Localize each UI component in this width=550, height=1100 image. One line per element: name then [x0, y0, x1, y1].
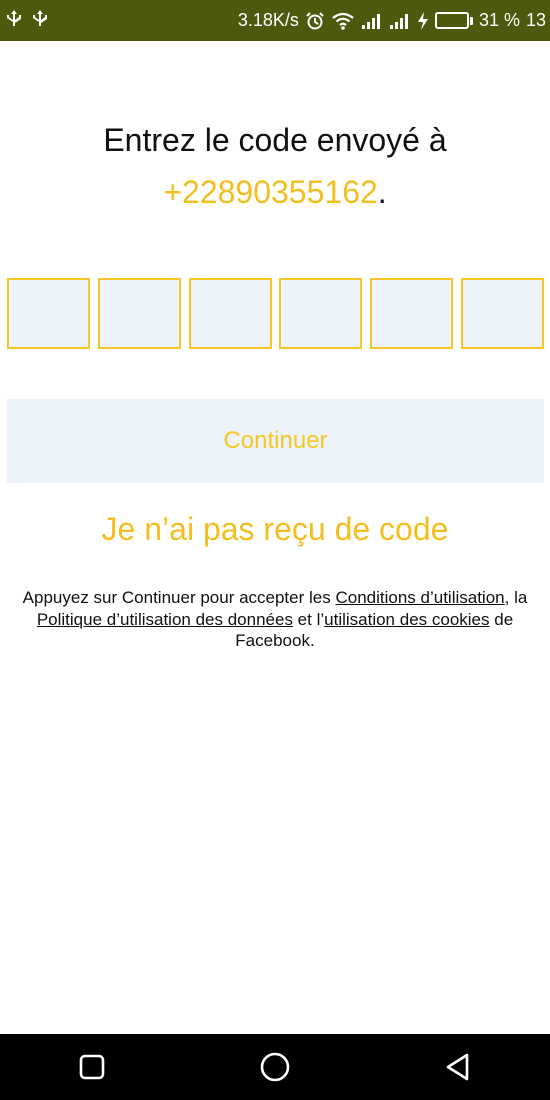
- code-digit-3[interactable]: [188, 278, 272, 349]
- net-speed: 3.18K/s: [237, 10, 299, 30]
- signal-icon-1: [361, 12, 383, 30]
- battery-icon: [434, 12, 473, 29]
- terms-connector-1: , la: [504, 588, 528, 607]
- code-input-group: [7, 278, 544, 350]
- battery-percent: 31 %: [478, 10, 520, 30]
- page-title: Entrez le code envoyé à +22890355162.: [0, 114, 550, 218]
- status-left-icons: [4, 8, 50, 34]
- title-period: .: [377, 174, 387, 210]
- title-line: Entrez le code envoyé à: [103, 122, 447, 158]
- resend-code-link[interactable]: Je n’ai pas reçu de code: [0, 511, 550, 548]
- terms-notice: Appuyez sur Continuer pour accepter les …: [6, 587, 544, 652]
- title-phone-line: +22890355162.: [0, 166, 550, 218]
- terms-prefix: Appuyez sur Continuer pour accepter les: [22, 588, 336, 607]
- back-button[interactable]: [428, 1037, 488, 1097]
- code-digit-4[interactable]: [279, 278, 363, 349]
- terms-of-use-link[interactable]: Conditions d’utilisation: [335, 588, 504, 607]
- back-triangle-icon: [447, 1053, 469, 1081]
- status-bar: 3.18K/s 31 % 13: [0, 0, 550, 41]
- wifi-icon: [331, 11, 355, 31]
- charging-icon: [417, 11, 429, 31]
- signal-icon-2: [389, 12, 411, 30]
- verification-screen: Entrez le code envoyé à +22890355162. Co…: [0, 41, 550, 1034]
- system-nav-bar: [0, 1034, 550, 1100]
- status-time: 13: [525, 10, 546, 30]
- recents-button[interactable]: [62, 1037, 122, 1097]
- terms-connector-2: et l’: [292, 609, 325, 629]
- circle-icon: [260, 1052, 290, 1082]
- home-button[interactable]: [245, 1037, 305, 1097]
- code-digit-6[interactable]: [460, 278, 544, 349]
- cookies-policy-link[interactable]: utilisation des cookies: [324, 610, 489, 629]
- status-right-icons: 3.18K/s 31 % 13: [238, 10, 546, 31]
- phone-number: +22890355162: [163, 174, 378, 210]
- code-digit-1[interactable]: [7, 278, 90, 349]
- usb-icon: [4, 8, 24, 34]
- continue-button[interactable]: Continuer: [7, 399, 544, 483]
- code-digit-2[interactable]: [97, 278, 181, 349]
- code-digit-5[interactable]: [370, 278, 454, 349]
- alarm-icon: [305, 11, 325, 31]
- usb-debug-icon: [30, 8, 50, 34]
- data-policy-link[interactable]: Politique d’utilisation des données: [37, 610, 293, 629]
- square-icon: [79, 1054, 104, 1080]
